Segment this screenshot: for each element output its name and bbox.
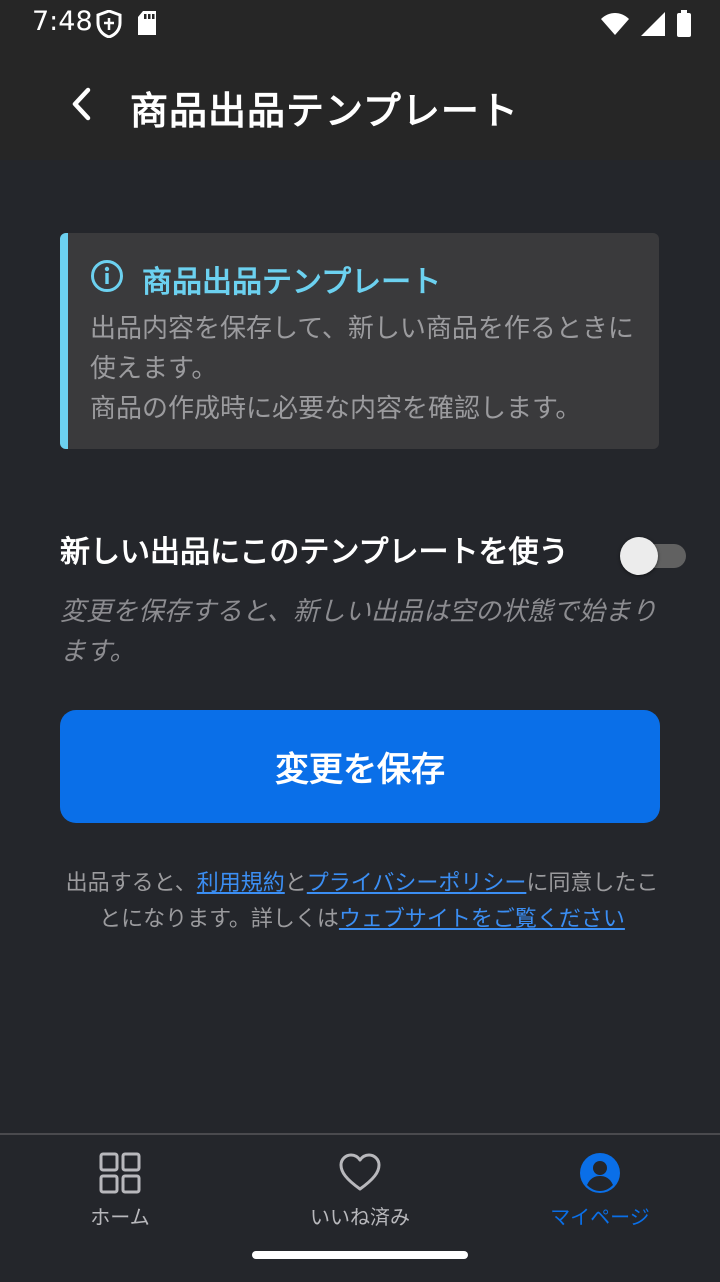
sd-card-icon (138, 11, 156, 35)
toggle-thumb (620, 537, 658, 575)
wifi-icon (601, 13, 629, 35)
info-title: 商品出品テンプレート (142, 265, 442, 300)
info-line-1: 出品内容を保存して、新しい商品を作るときに使えます。 (90, 314, 634, 384)
nav-label-mypage: マイページ (550, 1205, 650, 1229)
account-icon (580, 1153, 620, 1193)
shield-icon (96, 10, 122, 38)
terms-text: 出品すると、利用規約とプライバシーポリシーに同意したことになります。詳しくはウェ… (60, 866, 664, 938)
home-indicator[interactable] (252, 1251, 468, 1259)
status-right-icons (600, 10, 692, 38)
status-time: 7:48 (32, 6, 93, 37)
battery-icon (677, 10, 691, 37)
terms-of-service-link[interactable]: 利用規約 (197, 871, 285, 896)
template-toggle[interactable] (620, 537, 686, 575)
back-button[interactable] (56, 78, 108, 130)
bottom-nav: ホーム いいね済み マイページ (0, 1133, 720, 1282)
chevron-left-icon (72, 87, 91, 121)
info-icon (91, 260, 123, 292)
signal-icon (641, 12, 665, 36)
nav-label-liked: いいね済み (310, 1205, 410, 1229)
terms-and: と (284, 871, 307, 896)
terms-prefix: 出品すると、 (65, 871, 197, 896)
grid-icon (99, 1152, 141, 1194)
nav-item-mypage[interactable]: マイページ (480, 1151, 720, 1231)
privacy-policy-link[interactable]: プライバシーポリシー (307, 871, 527, 896)
info-accent-bar (60, 233, 68, 449)
status-left-icons (96, 10, 158, 38)
toggle-label: 新しい出品にこのテンプレートを使う (60, 535, 569, 570)
info-box: 商品出品テンプレート 出品内容を保存して、新しい商品を作るときに使えます。 商品… (60, 233, 659, 449)
heart-icon (339, 1153, 381, 1191)
nav-item-home[interactable]: ホーム (0, 1151, 240, 1231)
toggle-hint: 変更を保存すると、新しい出品は空の状態で始まります。 (60, 597, 657, 667)
nav-item-liked[interactable]: いいね済み (240, 1151, 480, 1231)
nav-label-home: ホーム (90, 1205, 150, 1229)
website-link[interactable]: ウェブサイトをご覧ください (339, 907, 625, 932)
save-button[interactable]: 変更を保存 (60, 710, 660, 823)
info-body: 出品内容を保存して、新しい商品を作るときに使えます。 商品の作成時に必要な内容を… (90, 309, 635, 429)
page-title: 商品出品テンプレート (130, 89, 519, 133)
status-bar: 7:48 (0, 0, 720, 48)
info-line-2: 商品の作成時に必要な内容を確認します。 (90, 394, 582, 424)
app-bar: 商品出品テンプレート (0, 48, 720, 160)
